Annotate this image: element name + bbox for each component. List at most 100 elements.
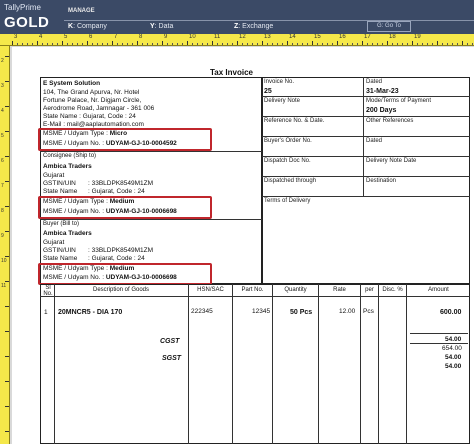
subtotal-line: [410, 333, 468, 334]
invoice-title: Tax Invoice: [210, 68, 253, 77]
ruler-tick: [5, 306, 9, 307]
ruler-minor-tick: [327, 43, 328, 45]
menu-company[interactable]: K: Company: [68, 23, 107, 30]
ruler-minor-tick: [77, 43, 78, 45]
ruler-minor-tick: [292, 43, 293, 45]
ruler-tick: [5, 81, 9, 82]
buyer-heading: Buyer (Bill to): [43, 221, 80, 227]
delivery-note-label: Delivery Note: [264, 98, 301, 104]
ruler-tick: [387, 41, 388, 45]
ruler-label: 5: [64, 34, 68, 40]
order-dated-label: Dated: [366, 138, 383, 144]
ruler-tick: [212, 41, 213, 45]
ruler-tick: [112, 41, 113, 45]
divider: [262, 96, 470, 97]
seller-email: E-Mail : mail@aaplautomation.com: [43, 121, 144, 128]
ruler-label: 4: [39, 34, 43, 40]
ruler-minor-tick: [442, 43, 443, 45]
ruler-minor-tick: [147, 43, 148, 45]
col-divider: [378, 284, 379, 444]
col-header-amount: Amount: [428, 287, 449, 293]
consignee-state: : Gujarat, Code : 24: [88, 188, 145, 195]
ruler-tick: [187, 41, 188, 45]
seller-name: E System Solution: [43, 80, 101, 87]
divider: [262, 136, 470, 137]
ruler-minor-tick: [277, 43, 278, 45]
ruler-label: 13: [264, 34, 271, 40]
ruler-minor-tick: [302, 43, 303, 45]
invoice-no: 25: [264, 88, 272, 95]
ruler-minor-tick: [467, 43, 468, 45]
ruler-minor-tick: [127, 43, 128, 45]
divider: [40, 151, 262, 152]
mode-value: 200 Days: [366, 107, 397, 114]
ruler-tick: [462, 41, 463, 45]
brand-name: TallyPrime: [4, 3, 41, 12]
ruler-label: 10: [189, 34, 196, 40]
dispatched-through-label: Dispatched through: [264, 178, 317, 184]
ruler-minor-tick: [317, 43, 318, 45]
ruler-minor-tick: [207, 43, 208, 45]
ruler-minor-tick: [427, 43, 428, 45]
ruler-label: 6: [1, 158, 4, 164]
manage-label: MANAGE: [68, 8, 95, 14]
menu-exchange[interactable]: Z: Exchange: [234, 23, 273, 30]
tax-sgst-label: SGST: [162, 355, 182, 362]
ruler-label: 15: [314, 34, 321, 40]
other-references-label: Other References: [366, 118, 414, 124]
ruler-label: 11: [214, 34, 221, 40]
ruler-tick: [137, 41, 138, 45]
ruler-minor-tick: [357, 43, 358, 45]
ruler-minor-tick: [267, 43, 268, 45]
divider: [262, 176, 470, 177]
ruler-label: 2: [1, 58, 4, 64]
ruler-minor-tick: [247, 43, 248, 45]
goto-button[interactable]: G: Go To: [367, 21, 411, 32]
col-header-per: per: [365, 287, 374, 293]
col-header-sl: Sl No.: [43, 285, 53, 297]
ruler-label: 18: [389, 34, 396, 40]
ruler-minor-tick: [397, 43, 398, 45]
ruler-minor-tick: [272, 43, 273, 45]
ruler-minor-tick: [122, 43, 123, 45]
ruler-label: 9: [1, 233, 4, 239]
ruler-minor-tick: [232, 43, 233, 45]
row-description: 20MNCR5 - DIA 170: [58, 309, 123, 316]
consignee-name: Ambica Traders: [43, 163, 92, 170]
mode-label: Mode/Terms of Payment: [366, 98, 432, 104]
ruler-minor-tick: [347, 43, 348, 45]
ruler-tick: [237, 41, 238, 45]
col-header-hsn: HSN/SAC: [197, 287, 224, 293]
ruler-label: 7: [1, 183, 4, 189]
brand-edition: GOLD: [4, 14, 50, 31]
ruler-minor-tick: [167, 43, 168, 45]
ruler-tick: [262, 41, 263, 45]
ruler-tick: [5, 156, 9, 157]
ruler-label: 14: [289, 34, 296, 40]
ruler-label: 11: [1, 283, 7, 289]
col-header-disc: Disc. %: [382, 287, 403, 293]
ruler-tick: [5, 281, 9, 282]
buyer-state-line: Gujarat: [43, 239, 65, 246]
highlight-consignee-msme: [38, 196, 212, 219]
ruler-tick: [5, 131, 9, 132]
col-header-part: Part No.: [241, 287, 264, 293]
reference-label: Reference No. & Date.: [264, 118, 325, 124]
col-header-description: Description of Goods: [92, 287, 150, 293]
ruler-minor-tick: [202, 43, 203, 45]
row-amount: 600.00: [440, 309, 462, 316]
ruler-minor-tick: [342, 43, 343, 45]
divider: [40, 219, 262, 220]
ruler-minor-tick: [142, 43, 143, 45]
ruler-minor-tick: [297, 43, 298, 45]
ruler-vertical: 2 3 4 5 6 7 8 9 10 11: [0, 46, 10, 444]
cgst-amount-top: 54.00: [445, 336, 462, 343]
ruler-minor-tick: [402, 43, 403, 45]
ruler-tick: [5, 181, 9, 182]
ruler-label: 6: [89, 34, 93, 40]
menu-data[interactable]: Y: Data: [150, 23, 173, 30]
ruler-tick: [5, 331, 9, 332]
ruler-minor-tick: [252, 43, 253, 45]
ruler-minor-tick: [132, 43, 133, 45]
ruler-minor-tick: [192, 43, 193, 45]
